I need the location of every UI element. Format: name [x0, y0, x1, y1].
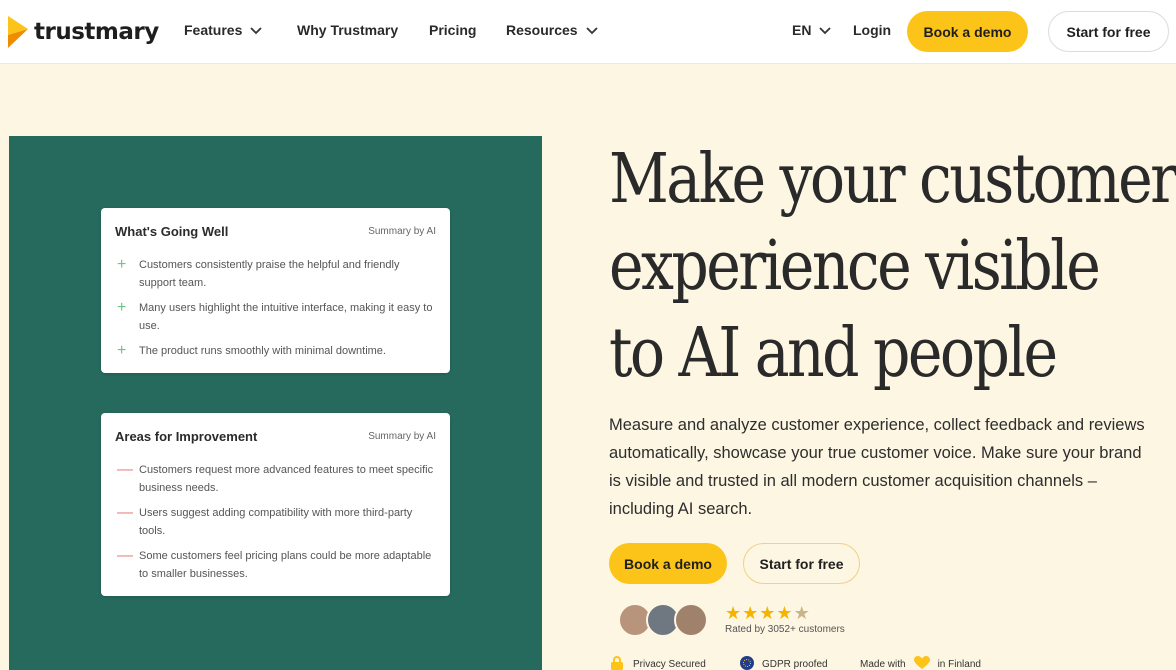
logo-icon: [8, 16, 28, 48]
start-free-label: Start for free: [1066, 23, 1151, 40]
language-selector[interactable]: EN: [792, 22, 832, 38]
hero-description: Measure and analyze customer experience,…: [609, 416, 1145, 518]
minus-icon: —: [117, 461, 133, 478]
hero-start-free-label: Start for free: [759, 555, 844, 572]
nav-pricing[interactable]: Pricing: [429, 22, 476, 38]
chevron-down-icon: [250, 22, 262, 38]
hero-title-line: experience visible: [609, 227, 1101, 306]
summary-card-going-well: What's Going Well Summary by AI + Custom…: [101, 208, 450, 373]
nav-resources[interactable]: Resources: [506, 22, 598, 38]
hero-book-demo-label: Book a demo: [624, 555, 712, 572]
language-label: EN: [792, 22, 812, 38]
nav-features-label: Features: [184, 22, 243, 38]
minus-icon: —: [117, 547, 133, 564]
list-item-text: Users suggest adding compatibility with …: [139, 507, 413, 537]
trust-gdpr-label: GDPR proofed: [762, 659, 828, 670]
trust-made-in-finland: Made with in Finland: [860, 656, 981, 670]
card-title: Areas for Improvement: [115, 429, 258, 444]
trust-made-with-label: Made with: [860, 659, 906, 670]
book-demo-button[interactable]: Book a demo: [907, 11, 1028, 52]
summary-card-improvement: Areas for Improvement Summary by AI — Cu…: [101, 413, 450, 596]
nav-why-trustmary[interactable]: Why Trustmary: [297, 22, 398, 38]
nav-resources-label: Resources: [506, 22, 578, 38]
chevron-down-icon: [585, 22, 598, 38]
nav-features[interactable]: Features: [184, 22, 262, 38]
card-list: + Customers consistently praise the help…: [117, 256, 434, 367]
ai-summary-panel: What's Going Well Summary by AI + Custom…: [9, 136, 542, 670]
book-demo-label: Book a demo: [923, 23, 1012, 40]
logo-text: trustmary: [34, 19, 159, 45]
plus-icon: +: [117, 256, 127, 273]
star-icon: ★: [793, 603, 811, 623]
hero-book-demo-button[interactable]: Book a demo: [609, 543, 727, 584]
star-icon: ★: [759, 603, 777, 623]
logo[interactable]: trustmary: [8, 14, 159, 50]
nav-why-label: Why Trustmary: [297, 22, 399, 38]
card-title: What's Going Well: [115, 224, 229, 239]
list-item-text: Customers request more advanced features…: [139, 464, 434, 494]
login-label: Login: [853, 22, 892, 38]
star-icon: ★: [776, 603, 794, 623]
trust-in-finland-label: in Finland: [937, 659, 981, 670]
avatar: [674, 603, 708, 637]
trust-privacy: Privacy Secured: [609, 656, 706, 670]
list-item-text: Customers consistently praise the helpfu…: [139, 259, 400, 289]
list-item-text: Many users highlight the intuitive inter…: [139, 302, 433, 332]
card-list: — Customers request more advanced featur…: [117, 461, 434, 590]
list-item: + Customers consistently praise the help…: [117, 256, 434, 292]
trust-gdpr: GDPR proofed: [740, 656, 828, 670]
hero-title-line: Make your customer: [609, 140, 1176, 219]
customer-avatars: [618, 603, 708, 637]
hero-title: Make your customer experience visible to…: [609, 136, 1176, 397]
list-item-text: The product runs smoothly with minimal d…: [139, 345, 386, 357]
chevron-down-icon: [819, 22, 832, 38]
star-rating: ★★★★★: [725, 603, 811, 624]
minus-icon: —: [117, 504, 133, 521]
list-item: + Many users highlight the intuitive int…: [117, 299, 434, 335]
star-icon: ★: [742, 603, 760, 623]
plus-icon: +: [117, 342, 127, 359]
plus-icon: +: [117, 299, 127, 316]
nav-pricing-label: Pricing: [429, 22, 477, 38]
start-free-button[interactable]: Start for free: [1048, 11, 1169, 52]
summary-by-ai-tag: Summary by AI: [368, 431, 436, 442]
login-link[interactable]: Login: [853, 22, 891, 38]
eu-flag-icon: [740, 656, 754, 670]
rating-text: Rated by 3052+ customers: [725, 624, 845, 635]
heart-icon: [913, 656, 930, 670]
list-item-text: Some customers feel pricing plans could …: [139, 550, 432, 580]
hero-title-line: to AI and people: [609, 314, 1058, 393]
summary-by-ai-tag: Summary by AI: [368, 226, 436, 237]
hero-start-free-button[interactable]: Start for free: [743, 543, 860, 584]
lock-icon: [609, 656, 625, 670]
list-item: — Users suggest adding compatibility wit…: [117, 504, 434, 540]
list-item: — Customers request more advanced featur…: [117, 461, 434, 497]
trust-privacy-label: Privacy Secured: [633, 659, 706, 670]
top-nav: trustmary Features Why Trustmary Pricing…: [0, 0, 1176, 64]
list-item: — Some customers feel pricing plans coul…: [117, 547, 434, 583]
list-item: + The product runs smoothly with minimal…: [117, 342, 434, 360]
star-icon: ★: [725, 603, 743, 623]
